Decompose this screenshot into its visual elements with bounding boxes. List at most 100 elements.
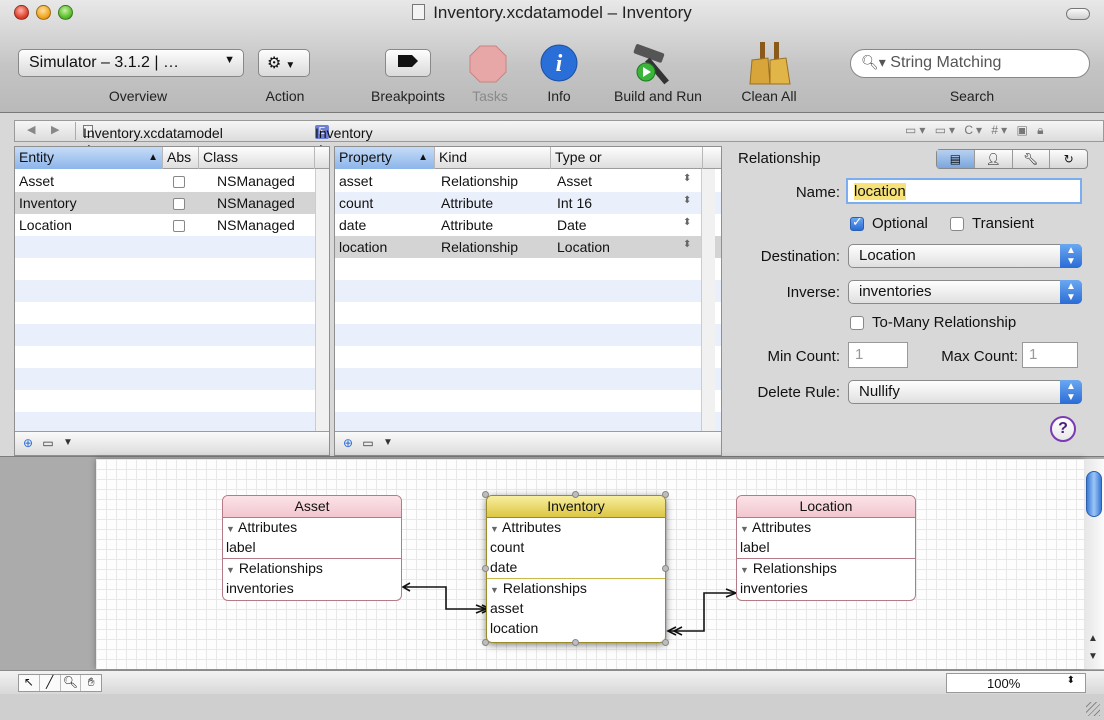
resize-handle[interactable] [572,639,579,646]
attribute-date[interactable]: date [487,558,665,578]
attribute-label[interactable]: label [223,538,401,558]
resize-handle[interactable] [482,491,489,498]
resize-handle[interactable] [662,491,669,498]
to-many-checkbox[interactable] [850,316,864,330]
zoom-tool-icon[interactable]: 🔍︎ [61,675,82,691]
entity-asset[interactable]: Asset ▼ Attributes label ▼ Relationships… [222,495,402,601]
column-header-type[interactable]: Type or [551,147,703,169]
table-row-selected[interactable]: location Relationship Location ⬍ [335,236,721,258]
back-arrow-icon[interactable]: ◀ [27,123,35,136]
transient-label: Transient [972,215,1034,232]
resize-handle[interactable] [482,565,489,572]
disclosure-triangle-icon[interactable]: ▼ [490,524,499,534]
disclosure-triangle-icon[interactable]: ▼ [226,565,235,575]
abstract-checkbox[interactable] [173,176,185,188]
editor-options-icons[interactable]: ▭▾ ▭▾ C▾ #▾ ▣ 🔒︎ [905,123,1047,138]
resize-grip-icon[interactable] [1086,702,1100,716]
properties-scrollbar[interactable] [701,169,715,431]
toolbar-label-breakpoints: Breakpoints [371,88,445,104]
relationship-asset[interactable]: asset [487,599,665,619]
column-header-property[interactable]: Property ▲ [335,147,435,169]
overview-popup[interactable]: Simulator – 3.1.2 | … ▼ [18,49,244,77]
abstract-checkbox[interactable] [173,198,185,210]
info-icon[interactable]: i [540,44,578,82]
relationship-inventories[interactable]: inventories [737,579,915,599]
disclosure-triangle-icon[interactable]: ▼ [740,565,749,575]
disclosure-triangle-icon[interactable]: ▼ [740,524,749,534]
toolbar-label-clean-all: Clean All [741,88,797,104]
sync-icon[interactable]: ↻ [1050,150,1087,168]
resize-handle[interactable] [662,565,669,572]
destination-popup[interactable]: Location ▲ ▼ [848,244,1082,268]
table-row-selected[interactable]: Inventory NSManaged [15,192,329,214]
remove-entity-button[interactable]: ▭ [39,435,57,452]
scroll-thumb[interactable] [1086,471,1102,517]
table-row[interactable]: Asset NSManaged [15,170,329,192]
disclosure-triangle-icon[interactable]: ▼ [490,585,499,595]
svg-text:i: i [556,51,563,77]
entity-inventory-selected[interactable]: Inventory ▼ Attributes count date ▼ Rela… [486,495,666,643]
column-header-abs[interactable]: Abs [163,147,199,169]
stepper-icon[interactable]: ⬍ [683,239,691,250]
resize-handle[interactable] [662,639,669,646]
stepper-icon[interactable]: ⬍ [683,195,691,206]
table-row[interactable]: Location NSManaged [15,214,329,236]
min-count-field[interactable]: 1 [848,342,908,368]
search-field[interactable]: 🔍︎▾ String Matching [850,49,1090,78]
transient-checkbox[interactable] [950,217,964,231]
abstract-checkbox[interactable] [173,220,185,232]
toolbar-label-info: Info [547,88,571,104]
configuration-wrench-icon[interactable]: 🔧︎ [1013,150,1051,168]
arrow-tool-icon[interactable]: ↖ [19,675,40,691]
stepper-icon[interactable]: ⬍ [1067,675,1075,686]
column-header-entity[interactable]: Entity ▲ [15,147,163,169]
name-field[interactable]: location [846,178,1082,204]
sort-up-icon: ▲ [148,152,158,163]
table-row[interactable]: count Attribute Int 16 ⬍ [335,192,721,214]
attribute-label[interactable]: label [737,538,915,558]
action-popup[interactable]: ⚙ ▼ [258,49,310,77]
forward-arrow-icon[interactable]: ▶ [51,123,59,136]
zoom-field[interactable]: 100% ⬍ [946,673,1086,693]
general-icon[interactable]: ▤ [937,150,975,168]
line-tool-icon[interactable]: ╱ [40,675,61,691]
relationship-inventories[interactable]: inventories [223,579,401,599]
relationship-location[interactable]: location [487,619,665,639]
entity-location[interactable]: Location ▼ Attributes label ▼ Relationsh… [736,495,916,601]
help-button[interactable]: ? [1050,416,1076,442]
min-count-label: Min Count: [767,348,840,365]
stepper-icon[interactable]: ⬍ [683,217,691,228]
scroll-down-arrow-icon[interactable]: ▼ [1088,651,1098,662]
entity-menu-button[interactable]: ▼ [59,435,77,452]
user-info-icon[interactable]: 👤︎ [975,150,1013,168]
resize-handle[interactable] [482,639,489,646]
stepper-icon[interactable]: ⬍ [683,173,691,184]
entities-scrollbar[interactable] [315,169,329,431]
add-property-button[interactable]: ⊕ [339,435,357,452]
breakpoints-button[interactable] [385,49,431,77]
scroll-up-arrow-icon[interactable]: ▲ [1088,633,1098,644]
attribute-count[interactable]: count [487,538,665,558]
optional-checkbox[interactable]: ✓ [850,214,864,231]
chevron-down-icon: ▼ [224,54,235,66]
inverse-popup[interactable]: inventories ▲ ▼ [848,280,1082,304]
delete-rule-popup[interactable]: Nullify ▲ ▼ [848,380,1082,404]
max-count-label: Max Count: [941,348,1018,365]
resize-handle[interactable] [572,491,579,498]
remove-property-button[interactable]: ▭ [359,435,377,452]
toolbar-toggle-button[interactable] [1066,8,1090,20]
max-count-field[interactable]: 1 [1022,342,1078,368]
disclosure-triangle-icon[interactable]: ▼ [226,524,235,534]
property-menu-button[interactable]: ▼ [379,435,397,452]
toolbar-label-search: Search [949,88,995,104]
inspector-mode-segmented[interactable]: ▤ 👤︎ 🔧︎ ↻ [936,149,1088,169]
table-row[interactable]: asset Relationship Asset ⬍ [335,170,721,192]
build-and-run-icon[interactable] [628,42,682,86]
clean-all-broom-icon[interactable] [748,40,792,86]
column-header-class[interactable]: Class [199,147,315,169]
column-header-kind[interactable]: Kind [435,147,551,169]
table-row[interactable]: date Attribute Date ⬍ [335,214,721,236]
add-entity-button[interactable]: ⊕ [19,435,37,452]
toolbar-label-tasks: Tasks [472,88,508,104]
hand-tool-icon[interactable]: ✋︎ [81,675,101,691]
